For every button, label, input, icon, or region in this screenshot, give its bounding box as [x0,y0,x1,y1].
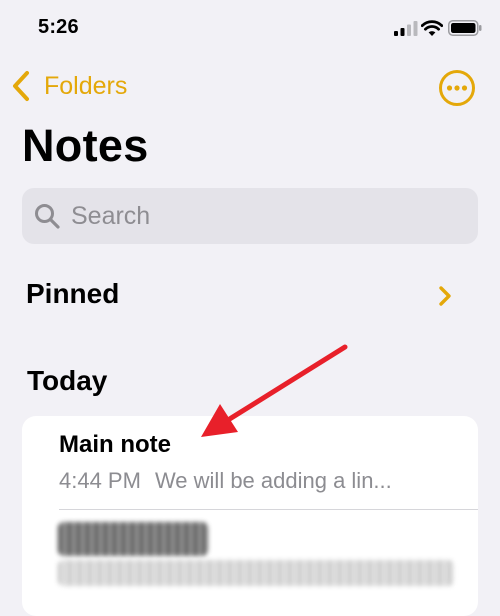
note-title: Main note [59,431,171,458]
search-icon [35,204,60,229]
obscured-note-preview [58,560,454,586]
obscured-note-item[interactable] [22,510,478,616]
note-meta: 4:44 PM We will be adding a lin... [59,468,392,494]
chevron-left-icon [13,71,29,101]
note-time: 4:44 PM [59,468,141,493]
battery-icon [448,20,482,36]
obscured-note-title [58,522,208,556]
today-section-header: Today [27,365,108,396]
wifi-icon [421,20,443,36]
search-input[interactable] [69,200,463,232]
back-to-folders-button[interactable]: Folders [10,66,127,106]
pinned-label: Pinned [26,278,120,309]
page-title: Notes [22,120,149,171]
status-time: 5:26 [38,16,79,38]
signal-icon [394,21,418,36]
note-preview: We will be adding a lin... [154,468,392,493]
search-bar[interactable] [22,188,478,244]
pinned-section-header[interactable]: Pinned [0,270,500,322]
chevron-right-icon [439,286,451,306]
more-circle-icon[interactable] [438,69,476,107]
back-label: Folders [44,71,128,100]
note-item[interactable]: Main note 4:44 PM We will be adding a lin… [22,416,478,508]
notes-list: Main note 4:44 PM We will be adding a lin… [22,416,478,616]
